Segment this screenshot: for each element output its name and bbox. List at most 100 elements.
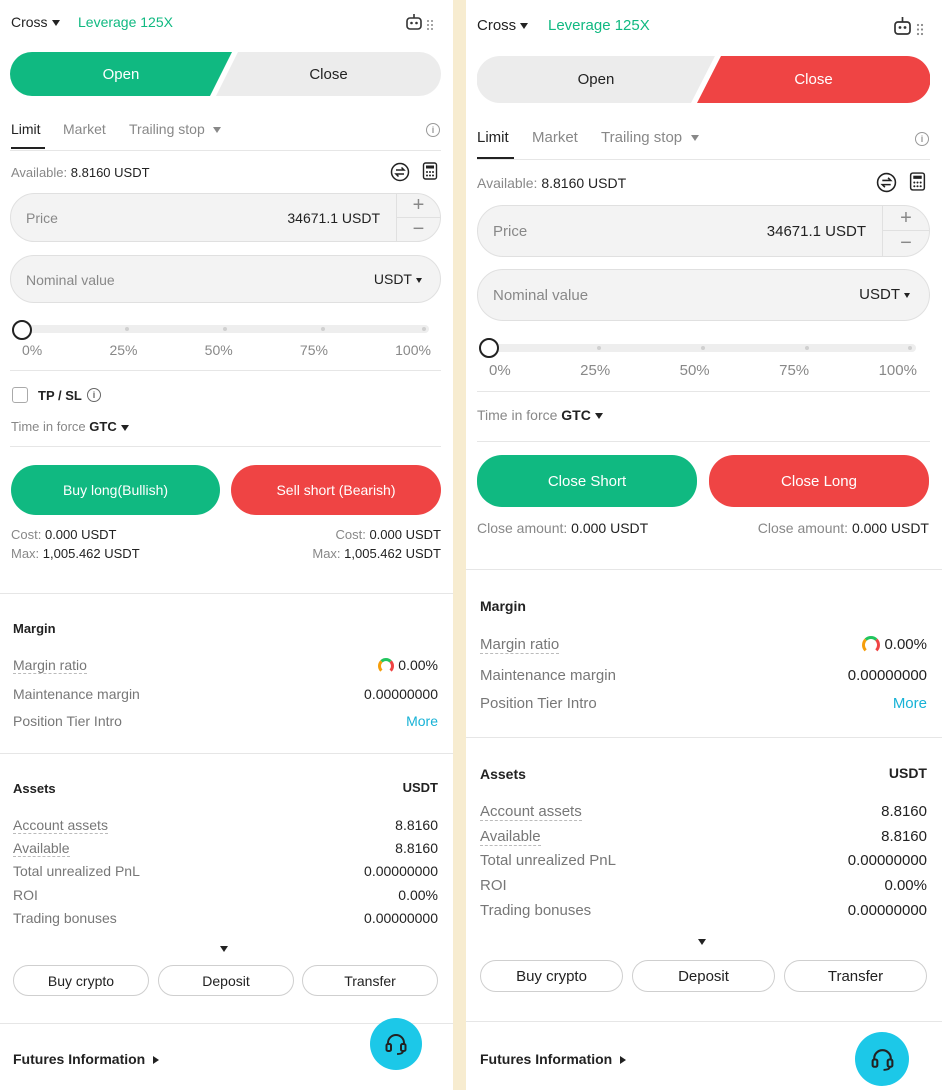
tab-close[interactable]: Close: [697, 56, 930, 103]
margin-ratio-label[interactable]: Margin ratio: [480, 636, 560, 655]
time-in-force-select[interactable]: Time in force GTC: [11, 419, 129, 434]
expand-assets-icon[interactable]: [220, 940, 228, 958]
open-close-toggle: Open Close: [10, 52, 441, 96]
nominal-unit-select[interactable]: USDT: [374, 271, 422, 287]
asset-label: Trading bonuses: [13, 910, 117, 926]
asset-label[interactable]: Account assets: [13, 817, 108, 834]
divider: [466, 1021, 942, 1022]
margin-ratio-label[interactable]: Margin ratio: [13, 657, 87, 675]
deposit-button[interactable]: Deposit: [632, 960, 775, 992]
size-slider-handle[interactable]: [12, 320, 32, 340]
info-icon[interactable]: i: [426, 123, 440, 137]
size-slider-track[interactable]: [12, 325, 429, 333]
tab-market[interactable]: Market: [63, 121, 106, 137]
leverage-button[interactable]: Leverage 125X: [78, 14, 173, 30]
asset-label[interactable]: Account assets: [480, 803, 582, 821]
asset-row: Available 8.8160: [480, 828, 927, 846]
asset-row: Trading bonuses 0.00000000: [13, 910, 438, 926]
chevron-down-icon: [51, 20, 60, 27]
assets-title: Assets: [13, 781, 56, 796]
price-decrement-button[interactable]: −: [883, 231, 929, 256]
time-in-force-select[interactable]: Time in force GTC: [477, 407, 603, 423]
info-icon[interactable]: i: [915, 132, 929, 146]
asset-value: 0.00000000: [364, 910, 438, 926]
tab-limit[interactable]: Limit: [11, 121, 41, 137]
tif-value: GTC: [89, 419, 117, 434]
margin-ratio-value: 0.00%: [884, 636, 927, 653]
tab-market[interactable]: Market: [532, 129, 578, 146]
slider-dot: [125, 327, 129, 331]
sell-short-button[interactable]: Sell short (Bearish): [231, 465, 441, 515]
size-slider-handle[interactable]: [479, 338, 499, 358]
close-amount-value: 0.000 USDT: [571, 520, 649, 536]
tab-trailing-stop[interactable]: Trailing stop: [601, 129, 700, 146]
max-value: 1,005.462 USDT: [42, 546, 140, 561]
tab-open[interactable]: Open: [10, 52, 232, 96]
divider: [0, 593, 453, 594]
divider: [466, 737, 942, 738]
tab-trailing-stop[interactable]: Trailing stop: [129, 121, 221, 137]
nominal-unit-select[interactable]: USDT: [859, 286, 910, 303]
support-chat-button[interactable]: [855, 1032, 909, 1086]
assets-title: Assets: [480, 766, 526, 782]
transfer-icon[interactable]: [876, 172, 897, 193]
slider-dot: [597, 346, 601, 350]
margin-mode-select[interactable]: Cross: [11, 14, 60, 30]
asset-value: 0.00000000: [847, 852, 927, 869]
asset-label: ROI: [480, 877, 507, 894]
nominal-unit: USDT: [373, 271, 412, 287]
available-balance: Available: 8.8160 USDT: [11, 165, 150, 180]
buy-crypto-button[interactable]: Buy crypto: [13, 965, 149, 996]
close-short-button[interactable]: Close Short: [477, 455, 697, 507]
asset-label[interactable]: Available: [480, 828, 541, 846]
price-increment-button[interactable]: +: [883, 206, 929, 231]
available-value: 8.8160 USDT: [541, 175, 627, 191]
bot-icon[interactable]: [892, 15, 928, 39]
price-input[interactable]: Price 34671.1 USDT + −: [10, 193, 441, 242]
buy-crypto-button[interactable]: Buy crypto: [480, 960, 623, 992]
buy-long-button[interactable]: Buy long(Bullish): [11, 465, 220, 515]
headset-icon: [385, 1034, 407, 1055]
tab-open[interactable]: Open: [477, 56, 715, 103]
expand-assets-icon[interactable]: [698, 933, 706, 951]
nominal-value-input[interactable]: Nominal value USDT: [10, 255, 441, 303]
info-icon[interactable]: i: [87, 388, 101, 402]
position-tier-row: Position Tier Intro More: [480, 695, 927, 712]
tab-close[interactable]: Close: [216, 52, 441, 96]
assets-currency: USDT: [888, 765, 927, 781]
transfer-icon[interactable]: [390, 162, 410, 182]
price-increment-button[interactable]: +: [397, 194, 440, 218]
position-tier-label: Position Tier Intro: [13, 713, 122, 729]
asset-label: Total unrealized PnL: [13, 863, 140, 879]
nominal-value-input[interactable]: Nominal value USDT: [477, 269, 930, 321]
margin-mode-select[interactable]: Cross: [477, 17, 529, 34]
price-decrement-button[interactable]: −: [397, 218, 440, 242]
support-chat-button[interactable]: [370, 1018, 422, 1070]
futures-info-link[interactable]: Futures Information: [480, 1051, 627, 1067]
tab-limit[interactable]: Limit: [477, 129, 509, 146]
gauge-icon: [862, 636, 881, 655]
price-input[interactable]: Price 34671.1 USDT + −: [477, 205, 930, 257]
leverage-button[interactable]: Leverage 125X: [548, 17, 650, 34]
size-slider-track[interactable]: [479, 344, 916, 352]
position-tier-label: Position Tier Intro: [480, 695, 597, 712]
deposit-button[interactable]: Deposit: [158, 965, 294, 996]
slider-dot: [908, 346, 912, 350]
close-long-button[interactable]: Close Long: [709, 455, 929, 507]
tpsl-label: TP / SL: [38, 388, 82, 403]
futures-info-label: Futures Information: [480, 1051, 613, 1067]
asset-value: 0.00%: [398, 887, 438, 903]
transfer-button[interactable]: Transfer: [784, 960, 927, 992]
position-tier-more-link[interactable]: More: [893, 695, 927, 712]
tpsl-checkbox[interactable]: [12, 387, 28, 403]
bot-icon[interactable]: [404, 12, 438, 34]
calculator-icon[interactable]: [909, 172, 926, 191]
transfer-button[interactable]: Transfer: [302, 965, 438, 996]
close-amount-label: Close amount:: [477, 520, 568, 536]
calculator-icon[interactable]: [422, 162, 438, 180]
asset-label[interactable]: Available: [13, 840, 70, 857]
tick-label: 0%: [22, 342, 43, 358]
futures-info-link[interactable]: Futures Information: [13, 1051, 160, 1067]
asset-value: 0.00%: [884, 877, 927, 894]
position-tier-more-link[interactable]: More: [406, 713, 438, 729]
